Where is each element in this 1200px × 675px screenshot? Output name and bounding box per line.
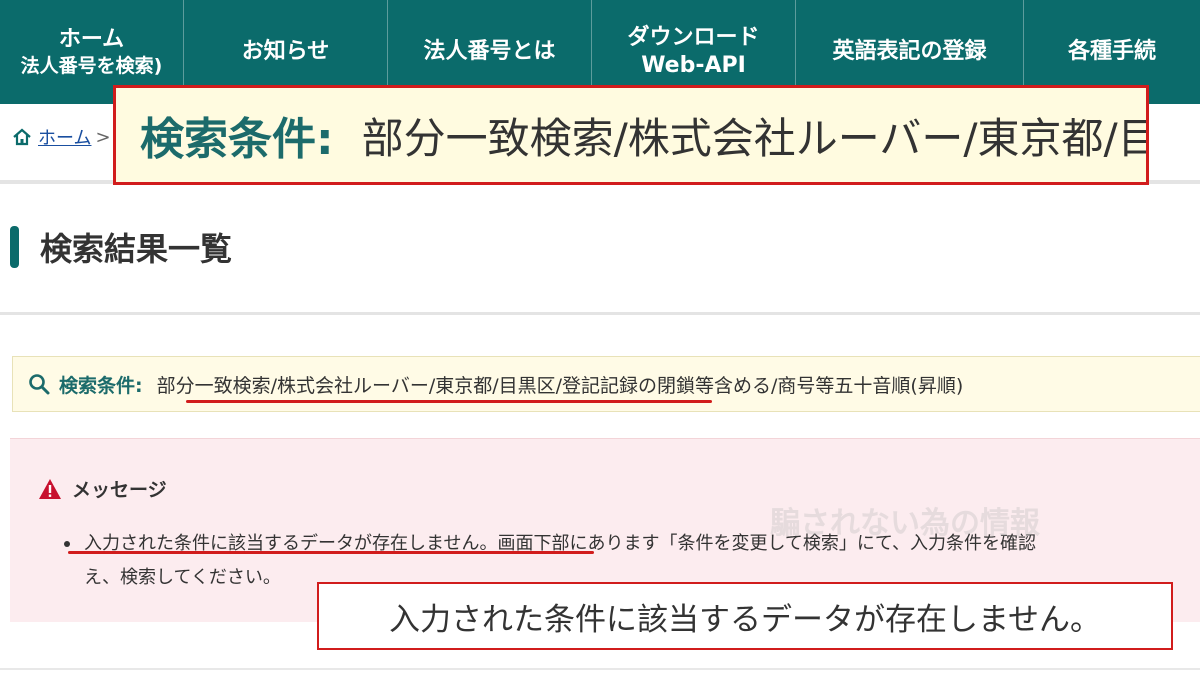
nav-item-label: 英語表記の登録 [832,39,987,64]
title-accent-bar [10,226,19,268]
message-header: メッセージ [38,475,167,502]
zoom-callout-condition: 検索条件: 部分一致検索/株式会社ルーバー/東京都/目黒区 [113,85,1149,185]
breadcrumb-home-link[interactable]: ホーム [38,124,91,150]
bullet-icon [64,541,70,547]
search-condition-box: 検索条件: 部分一致検索/株式会社ルーバー/東京都/目黒区/登記記録の閉鎖等含め… [12,356,1200,412]
callout-message-text: 入力された条件に該当するデータが存在しません。 [388,601,1102,638]
nav-item-label: ダウンロード [627,25,760,50]
search-condition-value: 部分一致検索/株式会社ルーバー/東京都/目黒区/登記記録の閉鎖等含める/商号等五… [156,374,964,397]
nav-item-sublabel: 法人番号を検索) [20,55,163,77]
nav-item-sublabel: Web-API [641,53,746,78]
page-title: 検索結果一覧 [40,230,233,268]
nav-item-label: 法人番号とは [423,39,556,64]
watermark: 騙されない為の情報 [770,506,1040,541]
breadcrumb-separator: > [95,126,111,148]
red-underline-annotation [186,400,712,403]
message-heading: メッセージ [72,479,167,501]
nav-item-label: お知らせ [241,39,330,64]
message-text-line2: え、検索してください。 [84,567,281,588]
nav-item-label: 各種手続 [1067,39,1156,64]
search-icon [29,374,50,395]
breadcrumb: ホーム > [12,124,111,150]
divider [0,668,1200,670]
nav-item-label: ホーム [58,27,125,52]
warning-icon [39,478,61,499]
callout-condition-label: 検索条件: [140,114,334,165]
red-underline-annotation [68,551,594,554]
home-icon [13,128,31,146]
divider [0,312,1200,315]
callout-condition-value: 部分一致検索/株式会社ルーバー/東京都/目黒区 [361,113,1146,163]
zoom-callout-message: 入力された条件に該当するデータが存在しません。 [317,582,1173,650]
search-condition-label: 検索条件: [59,374,143,397]
